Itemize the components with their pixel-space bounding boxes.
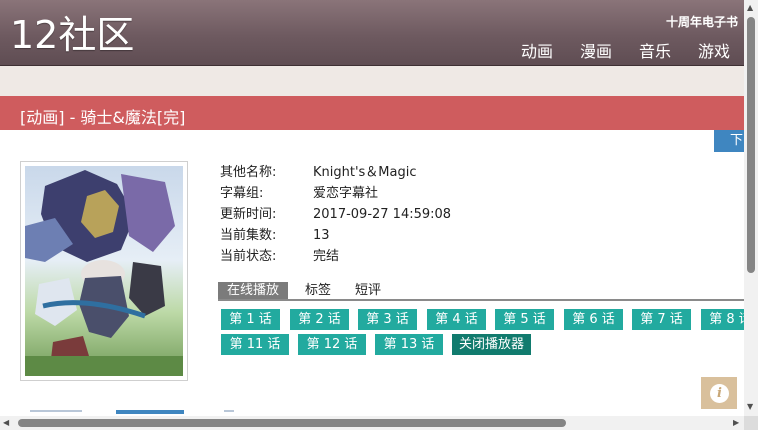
info-label: 当前集数: [220,228,277,243]
nav-item-music[interactable]: 音乐 [639,38,671,62]
episode-button-13[interactable]: 第 13 话 [375,334,443,355]
sub-header-band [0,66,744,96]
info-button[interactable]: i [701,377,737,409]
lower-tab-hint [30,410,82,412]
episode-button-5[interactable]: 第 5 话 [495,309,554,330]
episode-button-6[interactable]: 第 6 话 [564,309,623,330]
info-row-update-time: 更新时间: 2017-09-27 14:59:08 [220,206,451,227]
tab-reviews[interactable]: 短评 [355,282,381,299]
poster-image [20,161,188,381]
horizontal-scroll-thumb[interactable] [18,419,566,427]
info-row-status: 当前状态: 完结 [220,248,451,269]
info-row-subtitle-group: 字幕组: 爱恋字幕社 [220,185,451,206]
episode-list: 第 1 话 第 2 话 第 3 话 第 4 话 第 5 话 第 6 话 第 7 … [221,309,751,359]
episode-button-2[interactable]: 第 2 话 [290,309,349,330]
scrollbar-corner [744,416,758,430]
info-label: 更新时间: [220,207,277,222]
lower-active-tab-hint[interactable] [116,410,184,414]
anniversary-ebook-link[interactable]: 十周年电子书 [666,13,738,30]
vertical-scroll-thumb[interactable] [747,17,755,273]
info-label: 其他名称: [220,165,277,180]
episode-button-12[interactable]: 第 12 话 [298,334,366,355]
episode-button-3[interactable]: 第 3 话 [358,309,417,330]
poster-artwork [25,166,183,376]
episode-button-7[interactable]: 第 7 话 [632,309,691,330]
main-nav: 动画 漫画 音乐 游戏 [521,38,730,62]
info-value: 13 [313,228,330,243]
info-value: Knight's＆Magic [313,165,417,180]
close-player-button[interactable]: 关闭播放器 [452,334,531,355]
anime-info: 其他名称: Knight's＆Magic 字幕组: 爱恋字幕社 更新时间: 20… [220,164,451,269]
site-header: 12社区 十周年电子书 动画 漫画 音乐 游戏 [0,0,744,66]
page-title: [动画] - 骑士&魔法[完] [20,108,186,127]
info-label: 字幕组: [220,186,264,201]
scroll-down-icon[interactable]: ▼ [747,402,753,412]
info-icon: i [710,384,729,403]
horizontal-scrollbar[interactable]: ◀ ▶ [0,416,744,430]
info-row-alt-name: 其他名称: Knight's＆Magic [220,164,451,185]
vertical-scrollbar[interactable]: ▲ ▼ [744,0,758,416]
nav-item-anime[interactable]: 动画 [521,38,553,62]
episode-button-1[interactable]: 第 1 话 [221,309,280,330]
title-bar: [动画] - 骑士&魔法[完] [0,96,744,130]
lower-tab-hint [224,410,234,412]
nav-item-games[interactable]: 游戏 [698,38,730,62]
scroll-left-icon[interactable]: ◀ [3,418,9,428]
download-tab[interactable]: 下 [714,130,744,152]
info-value: 2017-09-27 14:59:08 [313,207,452,222]
site-logo[interactable]: 12社区 [10,13,134,57]
scroll-right-icon[interactable]: ▶ [733,418,739,428]
info-value: 爱恋字幕社 [313,186,379,201]
episode-button-4[interactable]: 第 4 话 [427,309,486,330]
info-label: 当前状态: [220,249,277,264]
nav-item-manga[interactable]: 漫画 [580,38,612,62]
episode-button-11[interactable]: 第 11 话 [221,334,289,355]
info-value: 完结 [313,249,340,264]
scroll-up-icon[interactable]: ▲ [747,3,753,13]
info-row-episode-count: 当前集数: 13 [220,227,451,248]
tab-online-play[interactable]: 在线播放 [218,282,289,299]
tab-tags[interactable]: 标签 [305,282,331,299]
content-tabs: 在线播放 标签 短评 [218,282,744,301]
